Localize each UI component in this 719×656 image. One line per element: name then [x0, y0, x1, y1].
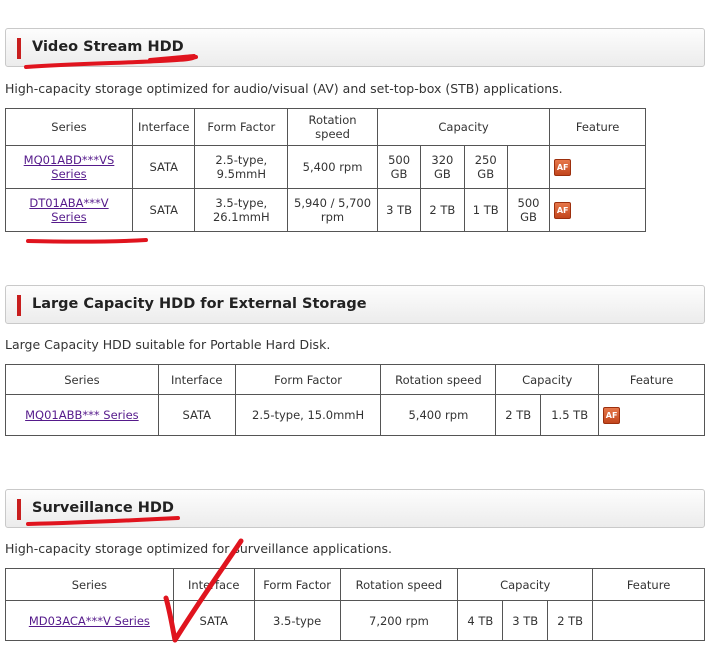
- interface-cell: SATA: [157, 394, 236, 436]
- capacity-cell: 1 TB: [463, 188, 508, 232]
- feature-cell: [592, 600, 705, 641]
- spec-table: Series Interface Form Factor Rotation sp…: [5, 568, 705, 641]
- capacity-cell: 2 TB: [547, 600, 594, 641]
- section-heading: Large Capacity HDD for External Storage: [5, 285, 705, 324]
- rotation-cell: 5,940 / 5,700 rpm: [287, 188, 378, 232]
- header-feature: Feature: [598, 364, 705, 395]
- header-capacity: Capacity: [457, 568, 594, 601]
- header-interface: Interface: [131, 108, 196, 146]
- rotation-cell: 5,400 rpm: [287, 145, 378, 189]
- section-title: Surveillance HDD: [32, 500, 174, 516]
- heading-accent-bar: [17, 295, 21, 316]
- header-feature: Feature: [549, 108, 646, 146]
- capacity-cell: 3 TB: [502, 600, 549, 641]
- rotation-cell: 5,400 rpm: [380, 394, 497, 436]
- section-description: Large Capacity HDD suitable for Portable…: [5, 337, 331, 352]
- header-rotation-speed: Rotation speed: [287, 108, 378, 146]
- header-interface: Interface: [172, 568, 255, 601]
- section-large-capacity: Large Capacity HDD for External Storage …: [5, 285, 705, 436]
- table-row: MD03ACA***V Series SATA 3.5-type 7,200 r…: [5, 600, 705, 641]
- header-rotation-speed: Rotation speed: [380, 364, 497, 395]
- capacity-cell: 500 GB: [506, 188, 551, 232]
- rotation-cell: 7,200 rpm: [339, 600, 459, 641]
- interface-cell: SATA: [172, 600, 255, 641]
- capacity-cell: 1.5 TB: [540, 394, 600, 436]
- series-link[interactable]: MD03ACA***V Series: [29, 614, 150, 628]
- af-badge-icon[interactable]: AF: [603, 406, 621, 424]
- series-link[interactable]: MQ01ABD***VS Series: [24, 153, 115, 181]
- interface-cell: SATA: [131, 145, 196, 189]
- series-link[interactable]: DT01ABA***V Series: [29, 196, 108, 224]
- table-row: MQ01ABB*** Series SATA 2.5-type, 15.0mmH…: [5, 394, 705, 436]
- section-surveillance: Surveillance HDD High-capacity storage o…: [5, 489, 705, 641]
- section-description: High-capacity storage optimized for audi…: [5, 81, 563, 96]
- header-form-factor: Form Factor: [253, 568, 341, 601]
- header-series: Series: [5, 568, 174, 601]
- spec-table: Series Interface Form Factor Rotation sp…: [5, 108, 646, 232]
- section-video-stream: Video Stream HDD High-capacity storage o…: [5, 28, 705, 232]
- header-form-factor: Form Factor: [234, 364, 382, 395]
- capacity-cell: 2 TB: [495, 394, 542, 436]
- capacity-cell: 250 GB: [463, 145, 508, 189]
- underline-mark: [26, 238, 148, 244]
- af-badge-icon[interactable]: AF: [554, 158, 572, 176]
- header-interface: Interface: [157, 364, 236, 395]
- header-capacity: Capacity: [495, 364, 600, 395]
- capacity-cell: 320 GB: [420, 145, 465, 189]
- section-heading: Surveillance HDD: [5, 489, 705, 528]
- form-factor-cell: 3.5-type: [253, 600, 341, 641]
- capacity-cell: 4 TB: [457, 600, 504, 641]
- section-title: Video Stream HDD: [32, 39, 184, 55]
- capacity-cell: [506, 145, 551, 189]
- header-rotation-speed: Rotation speed: [339, 568, 459, 601]
- header-series: Series: [5, 364, 159, 395]
- header-series: Series: [5, 108, 133, 146]
- series-link[interactable]: MQ01ABB*** Series: [25, 408, 139, 422]
- section-heading: Video Stream HDD: [5, 28, 705, 67]
- capacity-cell: 2 TB: [420, 188, 465, 232]
- table-row: MQ01ABD***VS Series SATA 2.5-type, 9.5mm…: [5, 145, 646, 189]
- header-capacity: Capacity: [376, 108, 551, 146]
- form-factor-cell: 2.5-type, 9.5mmH: [194, 145, 289, 189]
- section-description: High-capacity storage optimized for surv…: [5, 541, 393, 556]
- table-row: DT01ABA***V Series SATA 3.5-type, 26.1mm…: [5, 188, 646, 232]
- capacity-cell: 3 TB: [376, 188, 422, 232]
- spec-table: Series Interface Form Factor Rotation sp…: [5, 364, 705, 436]
- form-factor-cell: 2.5-type, 15.0mmH: [234, 394, 382, 436]
- header-form-factor: Form Factor: [194, 108, 289, 146]
- capacity-cell: 500 GB: [376, 145, 422, 189]
- af-badge-icon[interactable]: AF: [554, 201, 572, 219]
- heading-accent-bar: [17, 38, 21, 59]
- heading-accent-bar: [17, 499, 21, 520]
- section-title: Large Capacity HDD for External Storage: [32, 296, 367, 312]
- interface-cell: SATA: [131, 188, 196, 232]
- header-feature: Feature: [592, 568, 705, 601]
- form-factor-cell: 3.5-type, 26.1mmH: [194, 188, 289, 232]
